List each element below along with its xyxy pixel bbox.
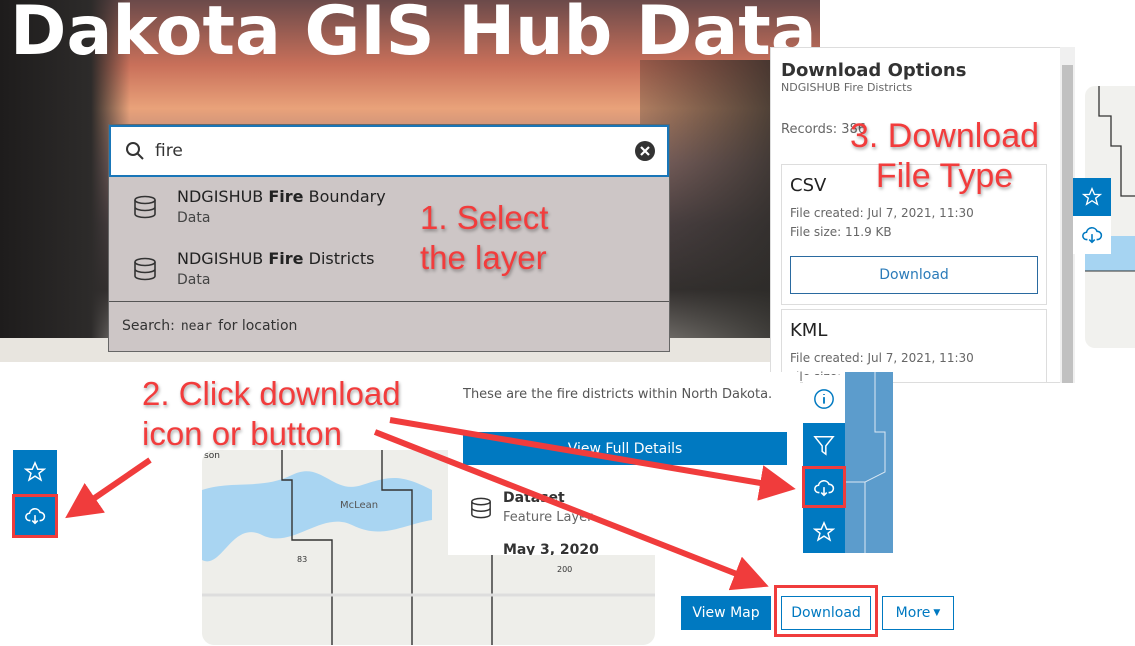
download-options-panel: Download Options NDGISHUB Fire Districts… <box>770 47 1062 383</box>
database-icon <box>471 497 491 519</box>
download-button-right[interactable] <box>1073 216 1111 254</box>
file-created: File created: Jul 7, 2021, 11:30 <box>790 206 974 220</box>
format-name: KML <box>790 320 828 341</box>
search-result-fire-boundary[interactable]: NDGISHUB Fire Boundary Data <box>109 177 669 239</box>
file-size: File size: 11.9 KB <box>790 225 892 239</box>
panel-title: Download Options <box>781 60 967 81</box>
format-card-kml: KML File created: Jul 7, 2021, 11:30 Fil… <box>781 309 1047 382</box>
result-prefix: NDGISHUB <box>177 187 269 206</box>
database-icon <box>134 257 156 281</box>
star-icon <box>1082 187 1102 206</box>
csv-download-button[interactable]: Download <box>790 256 1038 294</box>
panel-subtitle: NDGISHUB Fire Districts <box>781 81 913 94</box>
dataset-subtype: Feature Layer <box>503 510 593 525</box>
more-label: More <box>895 605 931 621</box>
highlight-download-button <box>774 585 878 637</box>
info-button[interactable] <box>803 375 845 423</box>
star-icon <box>24 461 46 482</box>
dataset-description: These are the fire districts within Nort… <box>463 387 773 402</box>
hint-prefix: Search: <box>122 318 175 334</box>
search-hint: Search: near for location <box>109 301 669 334</box>
star-icon <box>813 521 835 542</box>
favorite-button-left[interactable] <box>13 450 57 494</box>
search-result-fire-districts[interactable]: NDGISHUB Fire Districts Data <box>109 239 669 301</box>
side-toolbar <box>803 375 845 553</box>
favorite-button-right[interactable] <box>1073 178 1111 216</box>
hint-suffix: for location <box>218 318 298 334</box>
caret-down-icon: ▼ <box>933 608 941 618</box>
map-label-route-83: 83 <box>297 555 307 564</box>
highlight-download-icon <box>802 466 846 508</box>
result-suffix: Districts <box>303 249 375 268</box>
result-suffix: Boundary <box>303 187 386 206</box>
search-dropdown: fire NDGISHUB Fire Boundary Data NDGISHU… <box>108 124 670 352</box>
search-value: fire <box>155 141 183 161</box>
result-match: Fire <box>268 187 304 206</box>
annotation-step-2: 2. Click download icon or button <box>142 375 401 452</box>
page-title: Dakota GIS Hub Data E <box>10 0 820 71</box>
search-input[interactable]: fire <box>109 125 669 177</box>
file-created: File created: Jul 7, 2021, 11:30 <box>790 351 974 365</box>
map-preview-side <box>845 372 893 553</box>
map-label-route-200: 200 <box>557 565 572 574</box>
view-map-button[interactable]: View Map <box>681 596 771 630</box>
favorite-button[interactable] <box>803 511 845 553</box>
filter-button[interactable] <box>803 423 845 467</box>
map-label-town: McLean <box>340 500 378 511</box>
highlight-download-left <box>12 494 58 538</box>
view-full-details-button[interactable]: View Full Details <box>463 432 787 465</box>
dataset-info-panel: These are the fire districts within Nort… <box>448 372 800 555</box>
more-button[interactable]: More ▼ <box>882 596 954 630</box>
search-icon <box>126 142 144 160</box>
annotation-step-1: 1. Select the layer <box>420 199 549 276</box>
dataset-date: May 3, 2020 <box>503 542 599 555</box>
info-icon <box>814 389 834 409</box>
hint-code: near <box>180 319 213 334</box>
clear-icon[interactable] <box>635 141 655 161</box>
annotation-step-3: 3. Download File Type <box>850 117 1040 195</box>
cloud-download-icon <box>1082 227 1103 244</box>
dataset-type: Dataset <box>503 490 565 506</box>
result-match: Fire <box>268 249 304 268</box>
arrow-to-left-download <box>65 457 152 519</box>
result-prefix: NDGISHUB <box>177 249 269 268</box>
database-icon <box>134 195 156 219</box>
filter-icon <box>813 436 835 456</box>
